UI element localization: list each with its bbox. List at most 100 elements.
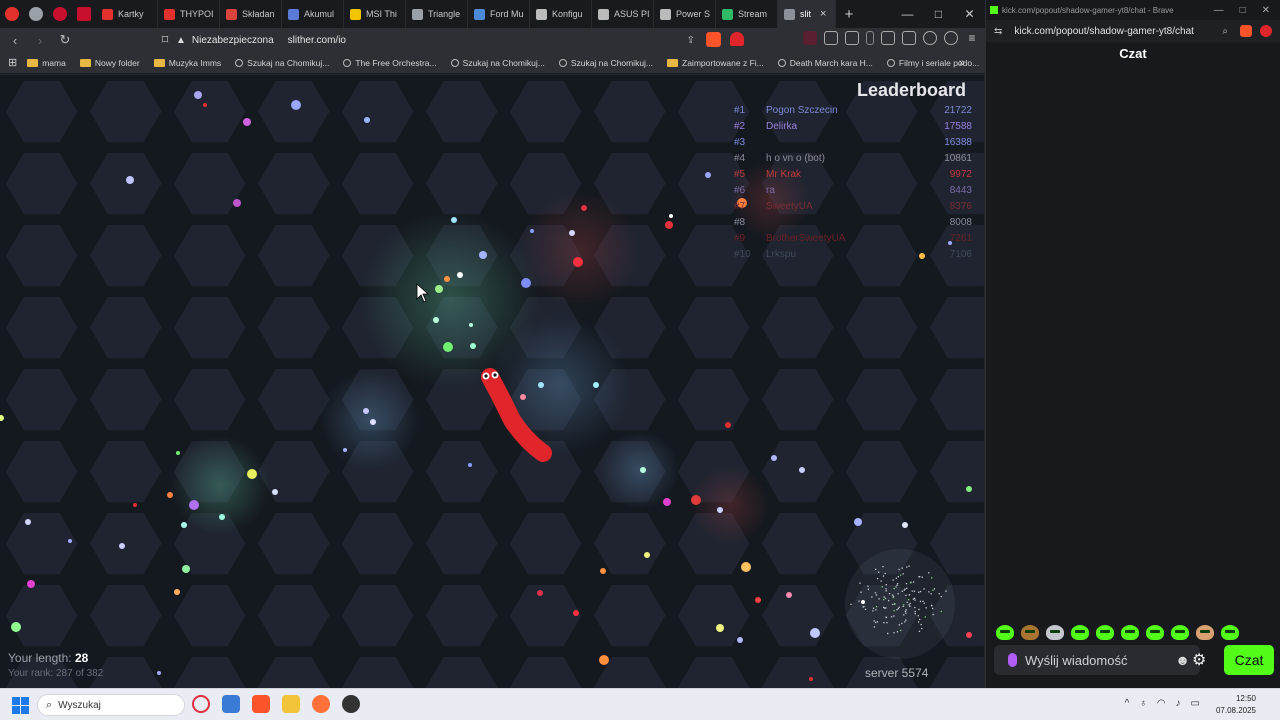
vpn-icon[interactable] [944,31,958,45]
minimap-dot [903,614,905,616]
emote-icon[interactable] [1021,625,1039,640]
browser-tab[interactable]: Triangle [406,0,468,28]
leaderboard-rank: #3 [734,137,746,148]
bookmark-item[interactable]: Death March kara H... [777,58,873,68]
chat-close-button[interactable]: ✕ [1262,5,1270,16]
emote-icon[interactable] [1171,625,1189,640]
minimap-dot [903,589,905,591]
bookmark-item[interactable]: Szukaj na Chomikuj... [235,58,329,68]
emote-icon[interactable] [1046,625,1064,640]
pinned-tab-opera[interactable] [48,0,72,28]
battery-icon[interactable]: ▭ [1191,698,1200,709]
microphone-icon[interactable] [1008,653,1017,667]
volume-icon[interactable]: ♪ [1176,698,1181,709]
bookmark-item[interactable]: Muzyka Imms [153,58,221,68]
firefox-icon[interactable] [312,695,330,713]
brave-shields-icon[interactable] [1240,25,1252,37]
pinned-tab-chatgpt[interactable] [24,0,48,28]
pin-icon [450,58,459,67]
opera-gx-icon[interactable] [192,695,210,713]
back-icon[interactable]: ‹ [5,33,25,48]
browser-tab[interactable]: Składan [220,0,282,28]
emote-icon[interactable] [1221,625,1239,640]
site-icon [777,58,786,67]
chat-message-input[interactable]: Wyślij wiadomość ☻ [994,645,1200,675]
menu-icon[interactable]: ≡ [965,31,979,45]
maximize-button[interactable]: □ [923,7,954,21]
length-value: 28 [74,651,89,665]
chevron-up-icon[interactable]: ^ [1125,698,1130,709]
food-pellet [717,507,723,513]
bookmark-item[interactable]: Filmy i seriale podo... [886,58,979,68]
leo-ai-icon[interactable] [923,31,937,45]
browser-tab[interactable]: Ford Mu [468,0,530,28]
brave-icon[interactable] [252,695,270,713]
wallet-icon[interactable] [902,31,916,45]
browser-tab[interactable]: Akumul [282,0,344,28]
bookmark-item[interactable]: The Free Orchestra... [343,58,437,68]
send-chat-button[interactable]: Czat [1224,645,1274,675]
sidebar-icon[interactable] [881,31,895,45]
url-text[interactable]: slither.com/io [288,35,346,46]
reload-icon[interactable]: ↻ [55,32,75,48]
browser-tab[interactable]: Stream [716,0,778,28]
minimap-dot [905,609,907,611]
browser-tab[interactable]: ASUS PI [592,0,654,28]
brave-rewards-icon[interactable] [1260,25,1272,37]
bookmark-item[interactable]: Szukaj na Chomikuj... [558,58,653,68]
apps-icon[interactable]: ⊞ [8,56,17,69]
obs-icon[interactable] [342,695,360,713]
brave-shields-icon[interactable] [706,32,721,47]
share-icon[interactable]: ⇪ [687,35,695,46]
screenshot-icon[interactable] [845,31,859,45]
brave-rewards-icon[interactable] [730,32,744,46]
bookmark-item[interactable]: Szukaj na Chomikuj... [450,58,545,68]
browser-tab[interactable]: Power S [654,0,716,28]
emote-icon[interactable] [1071,625,1089,640]
wifi-icon[interactable]: ◠ [1157,698,1166,709]
more-bookmarks[interactable]: » [959,57,965,69]
slither-game-canvas[interactable]: Leaderboard #1 Pogon Szczecin 21722 #2 Delir… [0,75,984,688]
msi-extension-icon[interactable] [803,31,817,45]
chat-maximize-button[interactable]: □ [1240,5,1246,16]
clock[interactable]: 12:50 07.08.2025 [1216,693,1256,717]
bookmark-item[interactable]: Zaimportowane z Fi... [667,58,764,68]
emote-icon[interactable] [1096,625,1114,640]
browser-tab[interactable]: slit × [778,0,836,28]
address-bar[interactable]: ▲ Niezabezpieczona slither.com/io ⇪ [176,30,701,50]
minimize-button[interactable]: — [892,7,923,21]
chat-settings-gear-icon[interactable]: ⚙ [1192,650,1206,670]
pinned-tab-youtube[interactable] [0,0,24,28]
chat-address-bar[interactable]: ⇆ kick.com/popout/shadow-gamer-yt8/chat … [986,20,1280,42]
bookmark-item[interactable]: Nowy folder [79,58,140,68]
taskbar-search[interactable]: ⌕ Wyszukaj [37,694,185,716]
extensions-icon[interactable] [824,31,838,45]
browser-tab[interactable]: Konfigu [530,0,592,28]
browser-tab[interactable]: MSI Thi [344,0,406,28]
browser-tab[interactable]: Kartky [96,0,158,28]
minimap-dot [902,605,904,607]
bookmark-item[interactable]: mama [27,58,66,68]
close-tab-icon[interactable]: × [820,8,826,20]
file-explorer-icon[interactable] [282,695,300,713]
emote-icon[interactable] [1146,625,1164,640]
microphone-tray-icon[interactable]: ♁ [1139,698,1147,709]
chat-url-text[interactable]: kick.com/popout/shadow-gamer-yt8/chat [1014,26,1194,37]
new-tab-button[interactable]: + [836,6,862,23]
site-settings-icon[interactable]: ⇆ [994,26,1002,37]
chat-minimize-button[interactable]: — [1214,5,1224,16]
windows-start-icon[interactable] [12,697,29,714]
zoom-icon[interactable]: ⌕ [1222,26,1228,37]
bookmark-page-icon[interactable]: ⌑ [155,32,175,48]
warning-icon: ▲ [176,34,186,46]
forward-icon[interactable]: › [30,33,50,48]
emoji-icon[interactable]: ☻ [1175,652,1190,668]
browser-tab[interactable]: THYPOI [158,0,220,28]
food-pellet [219,514,225,520]
emote-icon[interactable] [1121,625,1139,640]
close-window-button[interactable]: ✕ [954,7,985,21]
emote-icon[interactable] [996,625,1014,640]
emote-icon[interactable] [1196,625,1214,640]
pinned-tab-msi[interactable] [72,0,96,28]
app-icon[interactable] [222,695,240,713]
